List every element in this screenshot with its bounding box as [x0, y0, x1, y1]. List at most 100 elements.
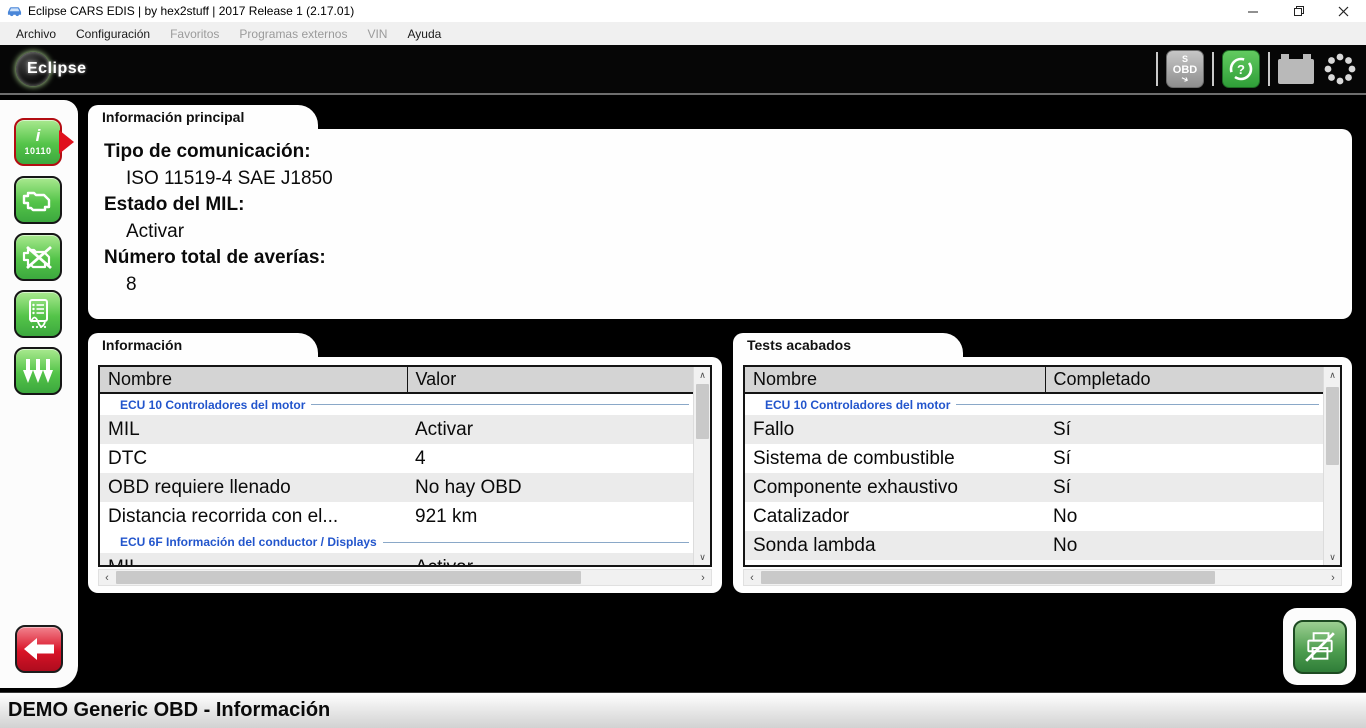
vertical-scrollbar[interactable]: ∧ ∨ [1323, 367, 1340, 565]
spinner-dots-icon[interactable] [1322, 51, 1358, 87]
separator [1212, 52, 1214, 86]
cell-value: No [1045, 502, 1323, 531]
table-row[interactable]: Distancia recorrida con el...921 km [100, 502, 693, 531]
group-divider-line [311, 404, 689, 405]
table-header-row: Nombre Valor [100, 367, 693, 393]
tests-acabados-tab: Tests acabados [733, 333, 963, 357]
group-label: ECU 10 Controladores del motor [765, 398, 950, 412]
menu-item-favoritos[interactable]: Favoritos [160, 23, 229, 45]
report-waveform-icon [22, 298, 54, 330]
field-value: ISO 11519-4 SAE J1850 [104, 165, 1352, 192]
cell-name: Sonda lambda [745, 531, 1045, 560]
scroll-down-icon[interactable]: ∨ [694, 549, 711, 565]
vertical-scrollbar[interactable]: ∧ ∨ [693, 367, 710, 565]
battery-icon[interactable] [1278, 59, 1314, 84]
cell-name: DTC [100, 444, 407, 473]
back-button[interactable] [15, 625, 63, 673]
main-content: i 10110 [0, 95, 1366, 692]
field-label: Tipo de comunicación: [104, 139, 1352, 165]
actuators-arrows-icon [20, 357, 56, 385]
sidebar-info-button[interactable]: i 10110 [14, 118, 62, 166]
sidebar-measurements-button[interactable] [14, 290, 62, 338]
menu-item-configuración[interactable]: Configuración [66, 23, 160, 45]
title-bar: Eclipse CARS EDIS | by hex2stuff | 2017 … [0, 0, 1366, 22]
print-panel [1283, 608, 1356, 685]
cell-name: Distancia recorrida con el... [100, 502, 407, 531]
group-label: ECU 6F Información del conductor / Displ… [120, 535, 377, 549]
table-row[interactable]: OBD requiere llenadoNo hay OBD [100, 473, 693, 502]
table-group-row[interactable]: ECU 10 Controladores del motor [100, 393, 693, 415]
help-button[interactable]: ? [1222, 50, 1260, 88]
scroll-right-icon[interactable]: › [1325, 570, 1341, 585]
obd-mode-button[interactable]: S OBD ➔ [1166, 50, 1204, 88]
scrollbar-thumb[interactable] [116, 571, 581, 584]
sidebar-engine-button[interactable] [14, 176, 62, 224]
help-icon: ? [1225, 53, 1257, 85]
informacion-principal-body: Tipo de comunicación:ISO 11519-4 SAE J18… [88, 129, 1352, 319]
selected-arrow-icon [59, 130, 74, 154]
restore-button[interactable] [1276, 0, 1321, 22]
panel-title: Información principal [102, 109, 244, 125]
cell-name: Fallo [745, 415, 1045, 444]
scroll-left-icon[interactable]: ‹ [744, 570, 760, 585]
sidebar-actuators-button[interactable] [14, 347, 62, 395]
table-row[interactable]: DTC4 [100, 444, 693, 473]
menu-item-archivo[interactable]: Archivo [6, 23, 66, 45]
cell-value: 4 [407, 444, 693, 473]
app-header: Eclipse S OBD ➔ ? [0, 45, 1366, 95]
column-header-valor[interactable]: Valor [407, 367, 693, 393]
table-row[interactable]: Componente exhaustivoSí [745, 473, 1323, 502]
column-header-completado[interactable]: Completado [1045, 367, 1323, 393]
table-row[interactable]: Calentador de la sondaNo [745, 560, 1323, 567]
window-title: Eclipse CARS EDIS | by hex2stuff | 2017 … [28, 4, 354, 18]
svg-text:?: ? [1237, 62, 1245, 77]
app-car-icon [7, 5, 22, 17]
horizontal-scrollbar[interactable]: ‹ › [743, 569, 1342, 586]
horizontal-scrollbar[interactable]: ‹ › [98, 569, 712, 586]
cell-value: 921 km [407, 502, 693, 531]
informacion-tab: Información [88, 333, 318, 357]
scroll-right-icon[interactable]: › [695, 570, 711, 585]
scroll-left-icon[interactable]: ‹ [99, 570, 115, 585]
cell-value: Activar [407, 553, 693, 567]
table-header-row: Nombre Completado [745, 367, 1323, 393]
back-arrow-icon [22, 636, 56, 662]
table-row[interactable]: Sistema de combustibleSí [745, 444, 1323, 473]
menu-item-vin[interactable]: VIN [357, 23, 397, 45]
menu-item-ayuda[interactable]: Ayuda [397, 23, 451, 45]
table-row[interactable]: MILActivar [100, 553, 693, 567]
table-group-row[interactable]: ECU 6F Información del conductor / Displ… [100, 531, 693, 553]
scrollbar-thumb[interactable] [761, 571, 1215, 584]
informacion-principal-panel: Información principal Tipo de comunicaci… [88, 105, 1352, 319]
scroll-up-icon[interactable]: ∧ [1324, 367, 1341, 383]
tests-table: Nombre Completado ECU 10 Controladores d… [743, 365, 1342, 567]
minimize-button[interactable] [1231, 0, 1276, 22]
print-button[interactable] [1293, 620, 1347, 674]
obd-label-top: S [1182, 55, 1188, 64]
printer-disabled-icon [1303, 630, 1337, 664]
cell-value: Activar [407, 415, 693, 444]
table-group-row[interactable]: ECU 10 Controladores del motor [745, 393, 1323, 415]
column-header-nombre[interactable]: Nombre [745, 367, 1045, 393]
cell-value: No [1045, 560, 1323, 567]
table-row[interactable]: MILActivar [100, 415, 693, 444]
table-row[interactable]: FalloSí [745, 415, 1323, 444]
sidebar-clear-faults-button[interactable] [14, 233, 62, 281]
status-text: DEMO Generic OBD - Información [8, 699, 330, 722]
scrollbar-thumb[interactable] [1326, 387, 1339, 465]
panel-title: Tests acabados [747, 337, 851, 353]
scroll-up-icon[interactable]: ∧ [694, 367, 711, 383]
scrollbar-thumb[interactable] [696, 384, 709, 439]
field-value: 8 [104, 271, 1352, 298]
close-button[interactable] [1321, 0, 1366, 22]
column-header-nombre[interactable]: Nombre [100, 367, 407, 393]
table-row[interactable]: Sonda lambdaNo [745, 531, 1323, 560]
table-row[interactable]: CatalizadorNo [745, 502, 1323, 531]
obd-arrow-icon: ➔ [1180, 75, 1190, 85]
menu-item-programas-externos[interactable]: Programas externos [229, 23, 357, 45]
cell-value: Sí [1045, 415, 1323, 444]
cell-value: Sí [1045, 444, 1323, 473]
cell-name: Sistema de combustible [745, 444, 1045, 473]
eclipse-logo: Eclipse [16, 52, 136, 88]
scroll-down-icon[interactable]: ∨ [1324, 549, 1341, 565]
